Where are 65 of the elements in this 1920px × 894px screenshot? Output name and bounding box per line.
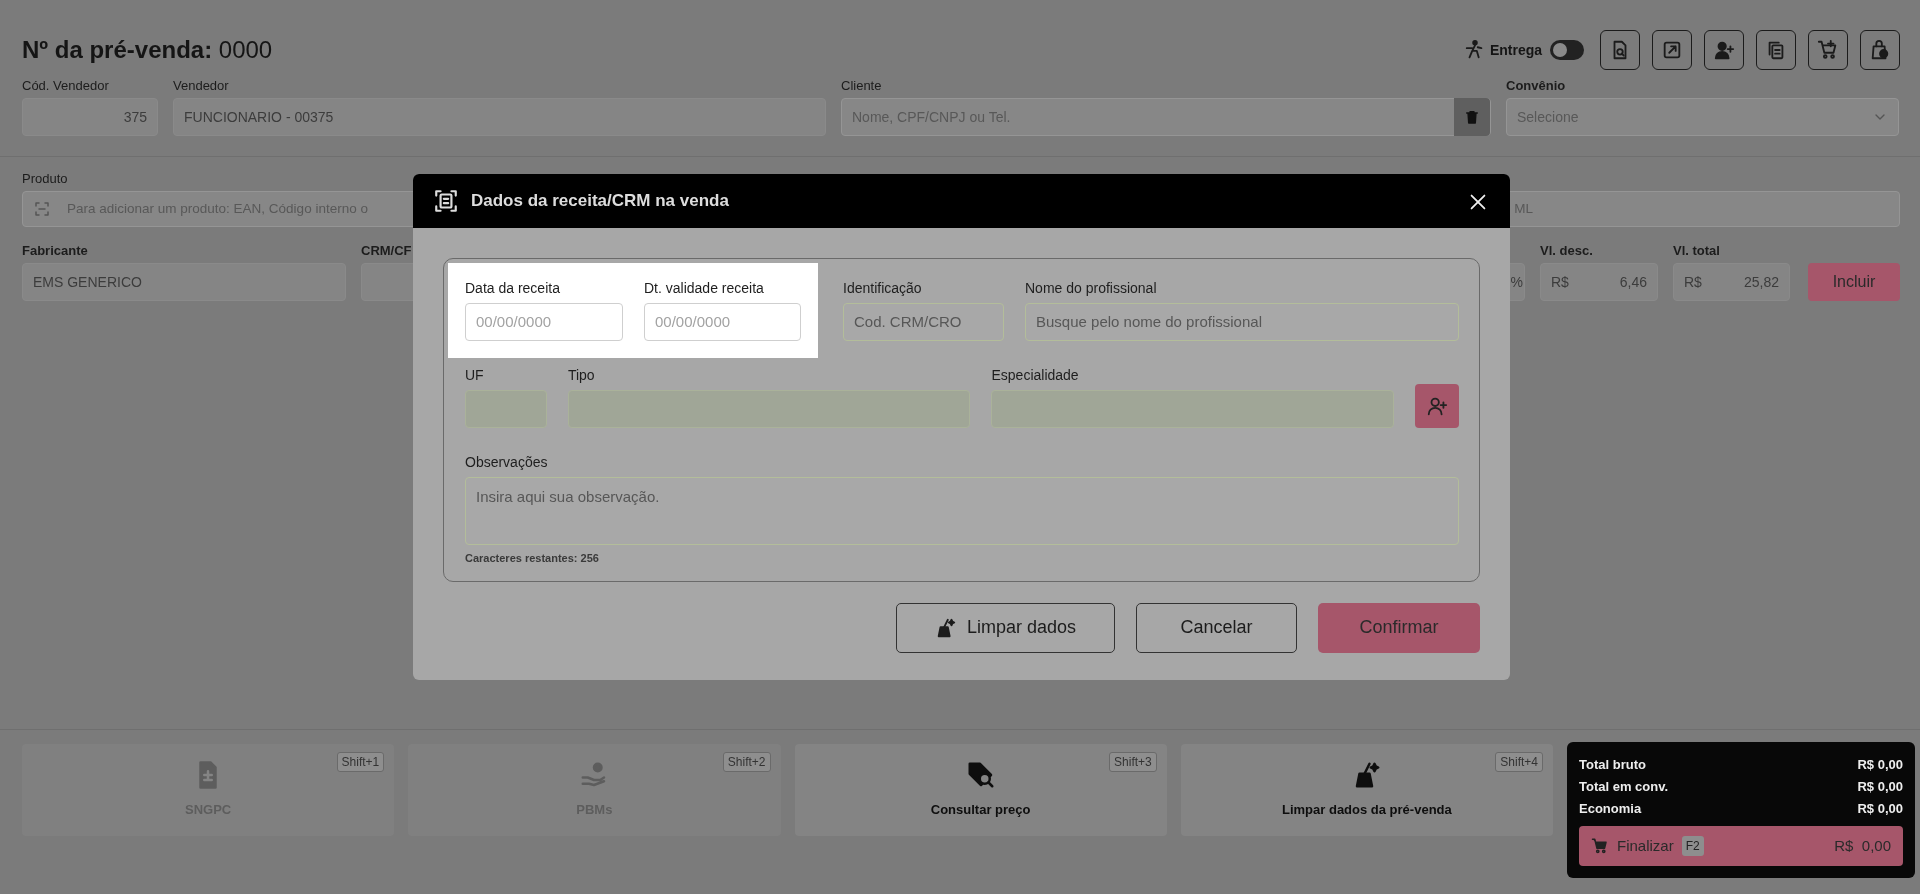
field-label: CRM/CF	[361, 243, 413, 259]
page-title: Nº da pré-venda: 0000	[22, 35, 273, 65]
field-label: Especialidade	[991, 367, 1080, 384]
copy-button[interactable]	[1756, 30, 1796, 70]
shortcut-key: Shift+1	[336, 752, 385, 772]
field-label: Vl. desc.	[1540, 243, 1594, 259]
total-field[interactable]: R$ 25,82	[1673, 263, 1790, 301]
field-label: Fabricante	[22, 243, 89, 259]
seller-name-field[interactable]: FUNCIONARIO - 00375	[173, 98, 826, 136]
total-value: R$ 0,00	[1857, 756, 1903, 774]
character-counter: Caracteres restantes: 256	[465, 551, 600, 566]
delete-button[interactable]	[1454, 98, 1490, 136]
field-label: Tipo	[567, 367, 596, 384]
total-value: R$ 0,00	[1857, 800, 1903, 818]
crm-id-field[interactable]: Cod. CRM/CRO	[843, 303, 1004, 341]
date-field[interactable]: 00/00/0000	[644, 303, 801, 341]
total-value: R$ 0,00	[1857, 778, 1903, 796]
seller-code-field[interactable]: 375	[22, 98, 158, 136]
document-scan-icon	[433, 188, 459, 214]
field-label: Vendedor	[173, 78, 230, 94]
field-label: Dt. validade receita	[644, 280, 765, 297]
shortcut-key: Shift+3	[1109, 752, 1157, 772]
professional-search-field[interactable]: Busque pelo nome do profissional	[1025, 303, 1459, 341]
total-label: Total em conv.	[1579, 778, 1669, 796]
field-label: Cliente	[841, 78, 883, 94]
shortcut-tile[interactable]: Shift+4 Limpar dados da pré-venda	[1180, 744, 1553, 836]
delivery-label: Entrega	[1489, 40, 1542, 60]
delivery-toggle[interactable]	[1550, 40, 1584, 60]
date-field[interactable]: 00/00/0000	[465, 303, 623, 341]
field-label: Identificação	[843, 280, 923, 297]
cancel-button[interactable]: Cancelar	[1136, 602, 1297, 653]
key-hint: F2	[1681, 836, 1704, 856]
field-label: Data da receita	[465, 280, 561, 297]
add-user-button[interactable]	[1704, 30, 1744, 70]
confirm-button[interactable]: Confirmar	[1318, 602, 1480, 653]
field-label: Vl. total	[1673, 243, 1721, 259]
field-label: Convênio	[1506, 78, 1567, 94]
include-button[interactable]: Incluir	[1808, 263, 1900, 301]
shortcut-key: Shift+4	[1495, 752, 1543, 772]
cart-add-icon	[1817, 39, 1839, 61]
field-label: UF	[465, 367, 485, 384]
cart-icon	[1591, 837, 1609, 855]
add-user-icon	[1713, 39, 1735, 61]
total-label: Economia	[1579, 800, 1642, 818]
shortcut-key: Shift+2	[722, 752, 771, 772]
document-search-button[interactable]	[1600, 30, 1640, 70]
manufacturer-field[interactable]: EMS GENERICO	[22, 263, 346, 301]
cart-add-button[interactable]	[1808, 30, 1848, 70]
total-label: Total bruto	[1579, 756, 1646, 774]
notes-field[interactable]: Insira aqui sua observação.	[465, 477, 1459, 545]
discount-field[interactable]: R$ 6,46	[1540, 263, 1658, 301]
field-label: Observações	[465, 454, 549, 471]
scan-icon	[33, 200, 51, 218]
field-label: Nome do profissional	[1025, 280, 1158, 297]
trash-icon	[1464, 109, 1480, 125]
add-professional-button[interactable]	[1415, 384, 1459, 428]
shortcut-tile[interactable]: Shift+3 Consultar preço	[794, 744, 1167, 836]
dialog-title: Dados da receita/CRM na venda	[471, 190, 730, 213]
add-user-icon	[1426, 395, 1448, 417]
share-button[interactable]	[1652, 30, 1692, 70]
clear-data-button[interactable]: Limpar dados	[896, 602, 1115, 653]
finalize-button[interactable]: Finalizar F2 R$ 0,00	[1579, 826, 1903, 866]
share-icon	[1661, 39, 1683, 61]
field-label: Cód. Vendedor	[22, 78, 110, 94]
field-label: Produto	[22, 171, 69, 187]
